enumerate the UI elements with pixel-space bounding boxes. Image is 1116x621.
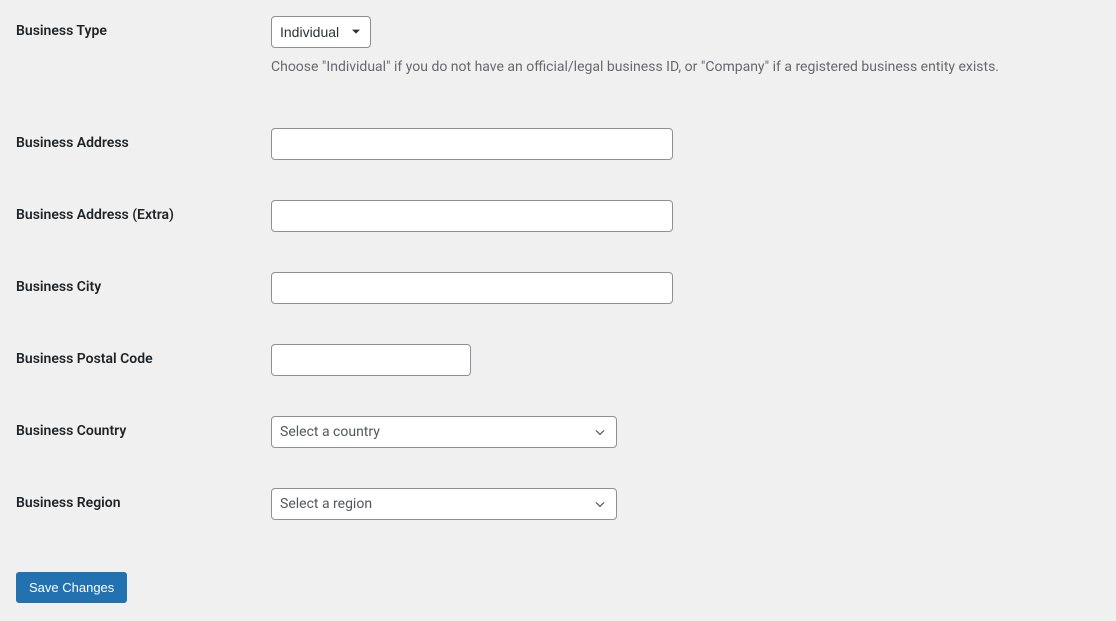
business-region-row: Business Region Select a region (16, 488, 1100, 520)
business-address-extra-input[interactable] (271, 200, 673, 232)
business-postal-code-label: Business Postal Code (16, 351, 153, 367)
business-country-placeholder: Select a country (280, 424, 380, 440)
business-city-input[interactable] (271, 272, 673, 304)
business-address-input[interactable] (271, 128, 673, 160)
business-country-select[interactable]: Select a country (271, 416, 617, 448)
business-address-row: Business Address (16, 128, 1100, 160)
business-type-help-text: Choose "Individual" if you do not have a… (271, 58, 1100, 78)
business-type-label: Business Type (16, 23, 107, 39)
business-country-row: Business Country Select a country (16, 416, 1100, 448)
business-city-row: Business City (16, 272, 1100, 304)
chevron-down-icon (592, 424, 608, 440)
business-region-placeholder: Select a region (280, 496, 372, 512)
business-city-label: Business City (16, 279, 101, 295)
chevron-down-icon (592, 496, 608, 512)
business-type-row: Business Type Individual Choose "Individ… (16, 16, 1100, 78)
business-country-label: Business Country (16, 423, 126, 439)
save-changes-button[interactable]: Save Changes (16, 572, 127, 603)
business-address-extra-row: Business Address (Extra) (16, 200, 1100, 232)
business-postal-code-row: Business Postal Code (16, 344, 1100, 376)
business-address-extra-label: Business Address (Extra) (16, 207, 174, 223)
business-postal-code-input[interactable] (271, 344, 471, 376)
business-region-label: Business Region (16, 495, 121, 511)
business-region-select[interactable]: Select a region (271, 488, 617, 520)
business-type-select[interactable]: Individual (271, 16, 371, 48)
business-address-label: Business Address (16, 135, 129, 151)
